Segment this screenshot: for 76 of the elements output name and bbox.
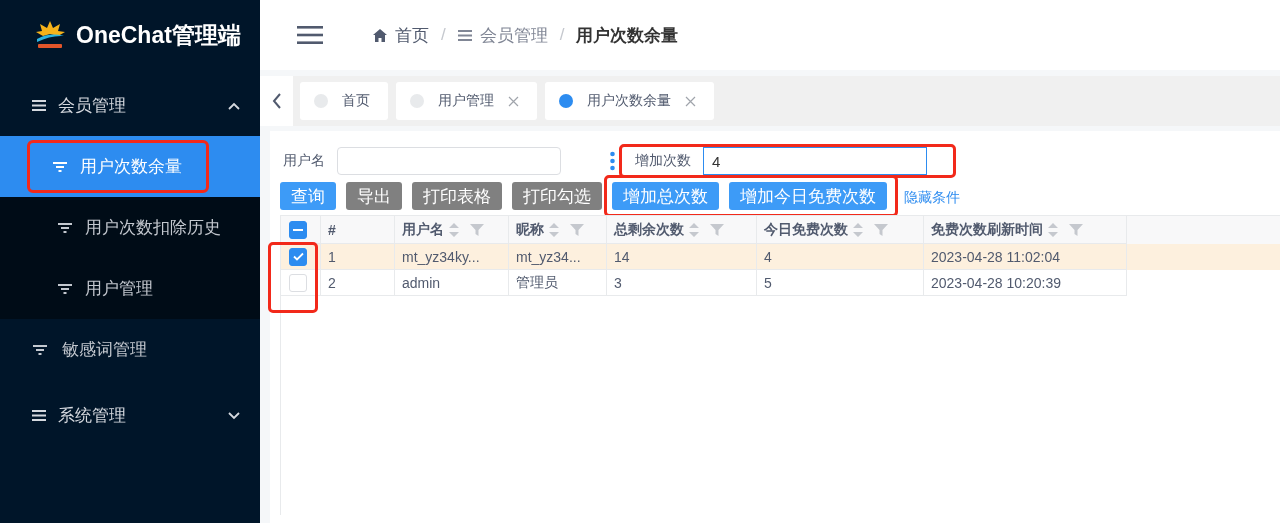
- breadcrumb-separator: /: [441, 25, 446, 45]
- table-cell: 2: [321, 270, 395, 296]
- logo-icon: [34, 20, 66, 50]
- item-label: 用户次数扣除历史: [85, 217, 221, 239]
- sort-icon[interactable]: [852, 221, 864, 238]
- table-cell: 管理员: [509, 270, 607, 296]
- sidebar-item[interactable]: 敏感词管理: [0, 319, 260, 380]
- sort-icon[interactable]: [448, 221, 460, 238]
- filter-icon: [57, 221, 73, 234]
- chevron-left-icon: [271, 93, 282, 109]
- minus-icon: [293, 228, 303, 231]
- row-checkbox[interactable]: [289, 247, 307, 266]
- table-cell: 14: [607, 244, 757, 270]
- app-title: OneChat管理端: [76, 20, 241, 50]
- chevron-up-icon: [228, 101, 240, 110]
- column-header: 今日免费次数: [764, 220, 848, 239]
- sort-icon[interactable]: [1047, 221, 1059, 238]
- chevron-down-icon: [228, 411, 240, 420]
- sidebar-group[interactable]: 会员管理: [0, 75, 260, 136]
- filter-icon[interactable]: [570, 222, 584, 237]
- column-header: #: [328, 221, 336, 238]
- check-icon: [292, 252, 304, 261]
- filter-icon[interactable]: [1069, 222, 1083, 237]
- field-label: 增加次数: [635, 152, 691, 170]
- filter-icon: [32, 343, 48, 356]
- table-cell: 3: [607, 270, 757, 296]
- table-row[interactable]: 2 admin 管理员 3 5 2023-04-28 10:20:39: [281, 270, 1280, 296]
- filter-icon[interactable]: [470, 222, 484, 237]
- menu-icon: [32, 100, 46, 111]
- sidebar-item[interactable]: 用户管理: [0, 258, 260, 319]
- sort-icon[interactable]: [688, 221, 700, 238]
- item-label: 用户次数余量: [80, 156, 182, 178]
- toggle-link[interactable]: 隐藏条件: [904, 189, 960, 207]
- field-label: 用户名: [283, 152, 325, 170]
- table-cell: mt_yz34...: [509, 244, 607, 270]
- action-button[interactable]: 打印勾选: [512, 182, 602, 210]
- action-button[interactable]: 导出: [346, 182, 402, 210]
- table-cell: 4: [757, 244, 924, 270]
- column-header: 用户名: [402, 220, 444, 239]
- table-cell: 2023-04-28 11:02:04: [924, 244, 1127, 270]
- table-cell: 5: [757, 270, 924, 296]
- column-header: 昵称: [516, 220, 544, 239]
- filter-icon: [57, 282, 73, 295]
- breadcrumb-link[interactable]: 会员管理: [457, 23, 548, 47]
- column-header: 总剩余次数: [614, 220, 684, 239]
- breadcrumb-link[interactable]: 首页: [373, 23, 429, 47]
- table-row[interactable]: 1 mt_yz34ky... mt_yz34... 14 4 2023-04-28 11:02:04: [281, 244, 1280, 270]
- drag-handle-icon[interactable]: [610, 151, 615, 171]
- breadcrumb-current: 用户次数余量: [576, 24, 679, 47]
- home-icon: [373, 28, 387, 42]
- close-icon[interactable]: [508, 95, 519, 107]
- table-cell: mt_yz34ky...: [395, 244, 509, 270]
- close-icon[interactable]: [685, 95, 696, 107]
- filter-icon[interactable]: [710, 222, 724, 237]
- select-all-checkbox[interactable]: [289, 220, 307, 239]
- sidebar-item[interactable]: 用户次数扣除历史: [0, 197, 260, 258]
- item-label: 用户管理: [85, 278, 153, 300]
- sidebar-group[interactable]: 系统管理: [0, 385, 260, 446]
- input-field[interactable]: 4: [703, 147, 927, 175]
- table-cell: admin: [395, 270, 509, 296]
- sort-icon[interactable]: [548, 221, 560, 238]
- input-field[interactable]: [337, 147, 561, 175]
- menu-icon: [457, 29, 472, 41]
- tab[interactable]: 首页: [300, 82, 388, 120]
- breadcrumb-separator: /: [559, 25, 565, 45]
- filter-icon[interactable]: [874, 222, 888, 237]
- tab[interactable]: 用户次数余量: [545, 82, 714, 120]
- table-cell: 1: [321, 244, 395, 270]
- filter-icon: [52, 160, 68, 173]
- table-cell: 2023-04-28 10:20:39: [924, 270, 1127, 296]
- menu-icon: [32, 410, 46, 421]
- scroll-left-button[interactable]: [260, 76, 293, 126]
- tab[interactable]: 用户管理: [396, 82, 537, 120]
- action-button[interactable]: 打印表格: [412, 182, 502, 210]
- column-header: 免费次数刷新时间: [931, 220, 1043, 239]
- menu-icon[interactable]: [297, 26, 323, 44]
